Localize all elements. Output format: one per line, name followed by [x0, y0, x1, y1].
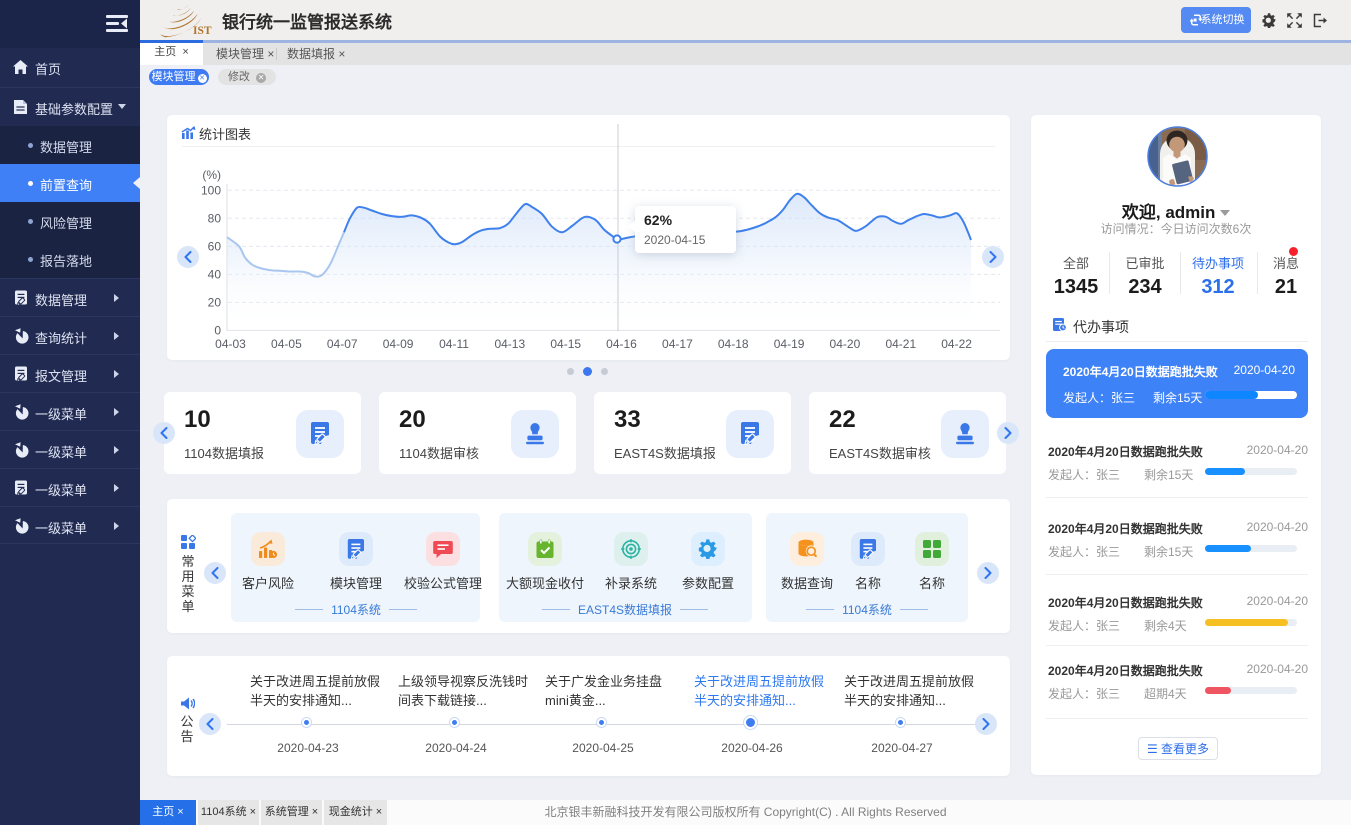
svg-text:04-05: 04-05 — [271, 337, 302, 351]
svg-text:IST: IST — [193, 25, 212, 37]
svg-text:04-13: 04-13 — [494, 337, 525, 351]
svg-text:(%): (%) — [202, 168, 221, 182]
svg-text:04-17: 04-17 — [662, 337, 693, 351]
svg-text:62%: 62% — [644, 212, 673, 228]
svg-text:04-21: 04-21 — [885, 337, 916, 351]
svg-text:04-11: 04-11 — [439, 337, 469, 351]
svg-text:04-15: 04-15 — [550, 337, 581, 351]
svg-text:60: 60 — [208, 240, 222, 254]
svg-text:04-19: 04-19 — [774, 337, 805, 351]
svg-text:04-20: 04-20 — [830, 337, 861, 351]
svg-text:40: 40 — [208, 268, 222, 282]
svg-text:04-07: 04-07 — [327, 337, 358, 351]
svg-text:04-16: 04-16 — [606, 337, 637, 351]
svg-text:04-09: 04-09 — [383, 337, 414, 351]
svg-text:04-18: 04-18 — [718, 337, 749, 351]
svg-text:04-22: 04-22 — [941, 337, 972, 351]
svg-text:100: 100 — [201, 184, 221, 198]
svg-text:04-03: 04-03 — [215, 337, 246, 351]
svg-text:0: 0 — [214, 324, 221, 338]
svg-text:80: 80 — [208, 212, 222, 226]
svg-text:2020-04-15: 2020-04-15 — [644, 233, 706, 247]
svg-text:20: 20 — [208, 296, 222, 310]
